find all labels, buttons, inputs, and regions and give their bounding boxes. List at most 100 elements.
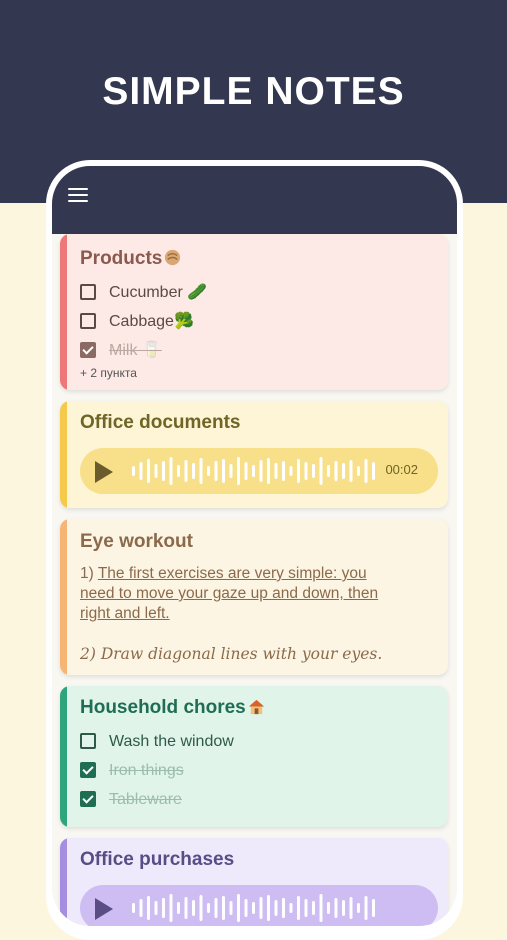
play-icon[interactable]: [95, 461, 113, 483]
waveform-bar: [162, 461, 165, 481]
checklist-item-label: Cabbage🥦: [109, 313, 194, 330]
phone-screen: Products Cucumber 🥒 Cabbage🥦 Milk 🥛 + 2 …: [52, 166, 457, 926]
waveform-bar: [169, 457, 173, 485]
waveform-bar: [192, 900, 195, 916]
waveform-bar: [139, 462, 143, 480]
waveform-bar: [199, 895, 203, 921]
waveform-bar: [154, 464, 158, 478]
waveform-bar: [259, 460, 263, 482]
waveform-bar: [229, 901, 233, 915]
waveform-bar: [177, 465, 180, 477]
waveform-bar: [334, 461, 338, 481]
waveform-bar: [244, 899, 248, 917]
waveform-bar: [364, 459, 368, 483]
house-emoji-icon: [248, 699, 264, 715]
waveform-bar: [214, 461, 218, 481]
waveform-bar: [252, 902, 255, 914]
note-card-household-chores[interactable]: Household chores Wash the window Iron th…: [60, 686, 448, 827]
card-accent-stripe: [60, 838, 67, 926]
checklist-item-label: Iron things: [109, 762, 184, 779]
note-card-products[interactable]: Products Cucumber 🥒 Cabbage🥦 Milk 🥛 + 2 …: [60, 234, 448, 390]
play-icon[interactable]: [95, 898, 113, 920]
waveform-bar: [274, 463, 278, 479]
waveform-bar: [177, 902, 180, 914]
card-accent-stripe: [60, 234, 67, 390]
waveform-bar: [304, 462, 308, 480]
waveform-bar: [327, 902, 330, 914]
waveform-bar: [169, 894, 173, 922]
note-card-office-documents[interactable]: Office documents 00:02: [60, 401, 448, 508]
waveform-bar: [372, 462, 375, 480]
hamburger-menu-icon[interactable]: [68, 186, 90, 204]
waveform-bar: [297, 459, 300, 483]
waveform-bar: [237, 457, 240, 485]
waveform-bar: [132, 903, 135, 913]
waveform-bar: [199, 458, 203, 484]
note-title: Office purchases: [80, 849, 235, 870]
checklist-item-label: Tableware: [109, 791, 182, 808]
app-bar: [52, 166, 457, 234]
waveform-bar: [184, 460, 188, 482]
waveform-bar: [147, 459, 150, 483]
waveform-bar: [289, 466, 293, 476]
waveform-bar: [132, 466, 135, 476]
audio-duration: 00:02: [385, 462, 418, 477]
checkbox-checked[interactable]: [80, 342, 96, 358]
waveform-bar: [267, 458, 270, 484]
checkbox[interactable]: [80, 284, 96, 300]
waveform-bar: [349, 460, 353, 482]
bread-emoji-icon: [165, 249, 181, 266]
checkbox-checked[interactable]: [80, 791, 96, 807]
note-card-office-purchases[interactable]: Office purchases: [60, 838, 448, 926]
note-title: Office documents: [80, 412, 241, 433]
waveform-bar: [304, 899, 308, 917]
waveform-bar: [312, 901, 315, 915]
waveform-bar: [334, 898, 338, 918]
checkbox-checked[interactable]: [80, 762, 96, 778]
note-card-eye-workout[interactable]: Eye workout 1) The first exercises are v…: [60, 519, 448, 675]
waveform-bar: [222, 459, 225, 483]
checklist-item-label: Cucumber 🥒: [109, 284, 208, 301]
waveform-bar: [229, 464, 233, 478]
waveform-bar: [207, 466, 210, 476]
audio-player[interactable]: [80, 885, 438, 926]
waveform-bar: [214, 898, 218, 918]
audio-player[interactable]: 00:02: [80, 448, 438, 494]
waveform-bar: [282, 461, 285, 481]
checklist-item-label: Milk 🥛: [109, 342, 162, 359]
waveform-bar: [162, 898, 165, 918]
banner-title: SIMPLE NOTES: [102, 70, 405, 113]
note-italic-line: 2) Draw diagonal lines with your eyes.: [80, 645, 383, 663]
waveform-bar: [289, 903, 293, 913]
waveform-bar: [312, 464, 315, 478]
checkbox[interactable]: [80, 733, 96, 749]
waveform-bar: [244, 462, 248, 480]
more-items-count: + 2 пункта: [80, 366, 137, 380]
waveform-bar: [252, 465, 255, 477]
note-title: Household chores: [80, 697, 266, 719]
waveform: [132, 894, 375, 922]
waveform: [132, 457, 375, 485]
checklist-item-label: Wash the window: [109, 733, 234, 750]
waveform-bar: [259, 897, 263, 919]
checkbox[interactable]: [80, 313, 96, 329]
card-accent-stripe: [60, 519, 67, 675]
waveform-bar: [154, 901, 158, 915]
card-accent-stripe: [60, 686, 67, 827]
waveform-bar: [342, 900, 345, 916]
note-title: Eye workout: [80, 531, 193, 552]
waveform-bar: [342, 463, 345, 479]
waveform-bar: [327, 465, 330, 477]
waveform-bar: [357, 466, 360, 476]
waveform-bar: [372, 899, 375, 917]
waveform-bar: [192, 463, 195, 479]
waveform-bar: [274, 900, 278, 916]
note-title: Products: [80, 248, 182, 270]
waveform-bar: [319, 894, 323, 922]
card-accent-stripe: [60, 401, 67, 508]
waveform-bar: [319, 457, 323, 485]
waveform-bar: [237, 894, 240, 922]
waveform-bar: [267, 895, 270, 921]
waveform-bar: [139, 899, 143, 917]
waveform-bar: [282, 898, 285, 918]
